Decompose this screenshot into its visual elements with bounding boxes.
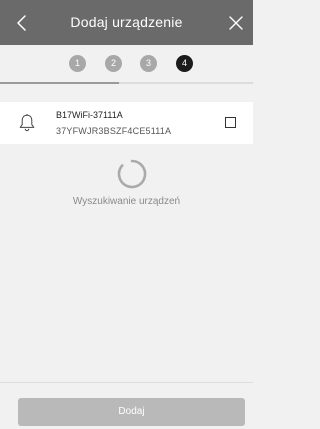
progress-fill: [0, 82, 119, 84]
bell-icon: [19, 114, 35, 132]
device-name: B17WiFi-37111A: [56, 110, 123, 120]
step-3-badge: 3: [140, 55, 157, 72]
screen: Dodaj urządzenie 1 2 3 4 B17WiFi-37111A …: [0, 0, 253, 429]
close-icon[interactable]: [227, 14, 245, 32]
header-bar: Dodaj urządzenie: [0, 0, 253, 45]
page-title: Dodaj urządzenie: [70, 14, 183, 30]
step-indicator: 1 2 3 4: [0, 45, 253, 83]
progress-track: [0, 82, 253, 84]
searching-status-text: Wyszukiwanie urządzeń: [72, 196, 181, 207]
device-checkbox[interactable]: [225, 117, 236, 128]
step-1-badge: 1: [69, 55, 86, 72]
step-2-badge: 2: [105, 55, 122, 72]
loading-spinner-icon: [117, 159, 147, 189]
device-serial: 37YFWJR3BSZF4CE5111A: [56, 126, 172, 136]
step-4-badge: 4: [176, 55, 193, 72]
device-list-item[interactable]: B17WiFi-37111A 37YFWJR3BSZF4CE5111A: [0, 102, 253, 144]
footer-divider: [0, 382, 253, 383]
add-device-button[interactable]: Dodaj: [18, 398, 245, 426]
